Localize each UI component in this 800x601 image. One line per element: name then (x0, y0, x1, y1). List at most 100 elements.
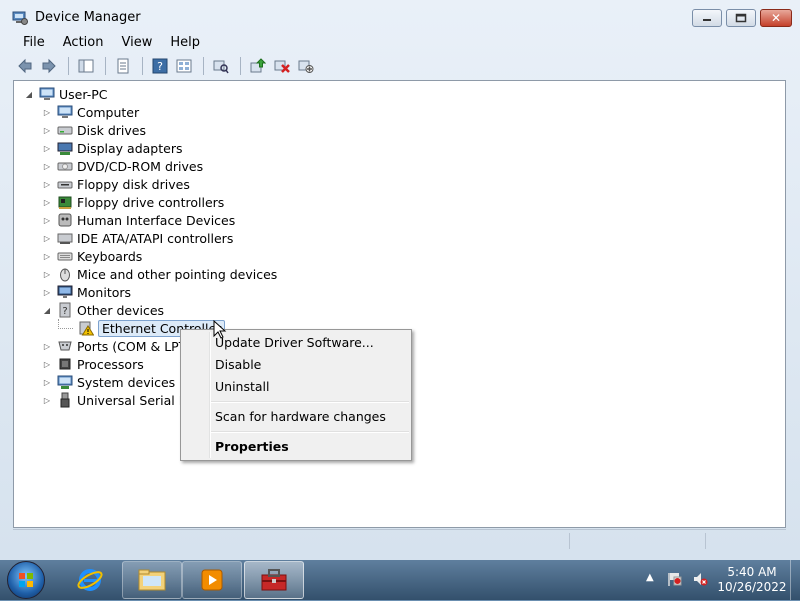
computer-icon (57, 105, 73, 118)
status-separator (569, 533, 570, 549)
scan-hardware-icon (213, 60, 229, 74)
status-bar (13, 529, 786, 552)
start-button[interactable] (7, 561, 45, 599)
processor-icon (59, 358, 71, 370)
expand-arrow-icon[interactable]: ▷ (42, 251, 52, 261)
tree-category-disk-drives[interactable]: ▷ Disk drives (42, 121, 146, 139)
tree-item-label: Floppy drive controllers (77, 194, 225, 210)
tree-category-monitors[interactable]: ▷ Monitors (42, 283, 131, 301)
scan-hardware-button[interactable] (210, 55, 232, 77)
menu-file[interactable]: File (14, 32, 54, 52)
back-arrow-icon (18, 58, 32, 74)
tree-category-human-interface-devices[interactable]: ▷ Human Interface Devices (42, 211, 235, 229)
expand-arrow-icon[interactable]: ▷ (42, 215, 52, 225)
ide-controller-icon (57, 233, 73, 244)
taskbar-media-player[interactable] (182, 561, 242, 599)
computer-icon (39, 87, 55, 100)
toolbar-separator (105, 57, 106, 75)
show-hidden-icons-arrow[interactable]: ▲ (646, 572, 654, 583)
collapse-arrow-icon[interactable]: ◢ (42, 305, 52, 315)
menu-item-uninstall[interactable]: Uninstall (215, 377, 270, 397)
view-icon (176, 59, 192, 73)
expand-arrow-icon[interactable]: ▷ (42, 143, 52, 153)
menu-item-disable[interactable]: Disable (215, 355, 261, 375)
menu-view[interactable]: View (112, 32, 161, 52)
display-adapter-icon (57, 142, 73, 155)
menu-item-update-driver[interactable]: Update Driver Software... (215, 333, 374, 353)
update-driver-button[interactable] (247, 55, 269, 77)
menu-item-properties[interactable]: Properties (215, 437, 289, 457)
show-desktop-button[interactable] (790, 560, 800, 600)
menu-action[interactable]: Action (54, 32, 113, 52)
tree-item-label: Computer (77, 104, 140, 120)
volume-muted-icon[interactable] (692, 571, 708, 587)
tree-item-label: Other devices (77, 302, 165, 318)
taskbar-windows-explorer[interactable] (122, 561, 182, 599)
tree-category-other-devices[interactable]: ◢? Other devices (42, 301, 164, 319)
device-manager-app-icon (12, 11, 28, 25)
expand-arrow-icon[interactable]: ▷ (42, 269, 52, 279)
expand-arrow-icon[interactable]: ▷ (42, 107, 52, 117)
expand-arrow-icon[interactable]: ▷ (42, 125, 52, 135)
properties-sheet-button[interactable] (112, 55, 134, 77)
forward-button[interactable] (38, 55, 60, 77)
tree-category-processors[interactable]: ▷ Processors (42, 355, 144, 373)
warning-device-icon (79, 321, 94, 336)
expand-arrow-icon[interactable]: ▷ (42, 395, 52, 405)
title-bar[interactable]: Device Manager ✕ (0, 0, 800, 34)
expand-arrow-icon[interactable]: ▷ (42, 377, 52, 387)
expand-arrow-icon[interactable]: ▷ (42, 341, 52, 351)
tree-category-dvd-cd-rom-drives[interactable]: ▷ DVD/CD-ROM drives (42, 157, 203, 175)
show-hide-console-tree-button[interactable] (75, 55, 97, 77)
view-button[interactable] (173, 55, 195, 77)
clock-date: 10/26/2022 (717, 580, 787, 594)
tree-item-label: Floppy disk drives (77, 176, 190, 192)
forward-arrow-icon (42, 58, 56, 74)
tree-category-ports-com-lpt[interactable]: ▷ Ports (COM & LPT) (42, 337, 191, 355)
minimize-icon (703, 19, 711, 21)
expand-arrow-icon[interactable]: ▷ (42, 197, 52, 207)
disable-device-button[interactable] (295, 55, 317, 77)
menu-help[interactable]: Help (161, 32, 209, 52)
tree-root[interactable]: ◢ User-PC (24, 85, 108, 103)
minimize-button[interactable] (692, 9, 722, 27)
uninstall-device-button[interactable] (271, 55, 293, 77)
expand-arrow-icon[interactable]: ▷ (42, 233, 52, 243)
help-button[interactable]: ? (149, 55, 171, 77)
tree-category-system-devices[interactable]: ▷ System devices (42, 373, 175, 391)
back-button[interactable] (14, 55, 36, 77)
toolbar: ? (14, 54, 786, 78)
collapse-arrow-icon[interactable]: ◢ (24, 89, 34, 99)
tree-category-keyboards[interactable]: ▷ Keyboards (42, 247, 142, 265)
taskbar-clock[interactable]: 5:40 AM 10/26/2022 (712, 565, 792, 595)
toolbar-separator (68, 57, 69, 75)
context-menu: Update Driver Software... Disable Uninst… (180, 329, 412, 461)
tree-category-display-adapters[interactable]: ▷ Display adapters (42, 139, 183, 157)
expand-arrow-icon[interactable]: ▷ (42, 161, 52, 171)
tree-category-floppy-disk-drives[interactable]: ▷ Floppy disk drives (42, 175, 190, 193)
properties-sheet-icon (117, 58, 129, 74)
menu-item-scan-hardware[interactable]: Scan for hardware changes (215, 407, 386, 427)
expand-arrow-icon[interactable]: ▷ (42, 287, 52, 297)
window-title: Device Manager (35, 10, 141, 25)
tree-category-floppy-drive-controllers[interactable]: ▷ Floppy drive controllers (42, 193, 224, 211)
system-device-icon (57, 375, 73, 389)
tree-item-label: Disk drives (77, 122, 146, 138)
maximize-button[interactable] (726, 9, 756, 27)
expand-arrow-icon[interactable]: ▷ (42, 179, 52, 189)
taskbar-internet-explorer[interactable] (60, 561, 120, 599)
tree-category-mice-and-other-pointing-devices[interactable]: ▷ Mice and other pointing devices (42, 265, 277, 283)
floppy-disk-icon (57, 181, 73, 189)
tree-category-computer[interactable]: ▷ Computer (42, 103, 139, 121)
expand-arrow-icon[interactable]: ▷ (42, 359, 52, 369)
context-menu-gutter (209, 332, 211, 458)
port-icon (58, 341, 72, 351)
show-hide-console-tree-icon (78, 59, 94, 73)
windows-explorer-icon (138, 569, 166, 591)
action-center-flag-icon[interactable] (666, 571, 682, 587)
close-button[interactable]: ✕ (760, 9, 792, 27)
tree-category-universal-serial-bus[interactable]: ▷ Universal Serial Bus (42, 391, 202, 409)
tree-category-ide-ata-atapi-controllers[interactable]: ▷ IDE ATA/ATAPI controllers (42, 229, 233, 247)
taskbar-device-manager[interactable] (244, 561, 304, 599)
windows-logo-icon (19, 573, 33, 587)
